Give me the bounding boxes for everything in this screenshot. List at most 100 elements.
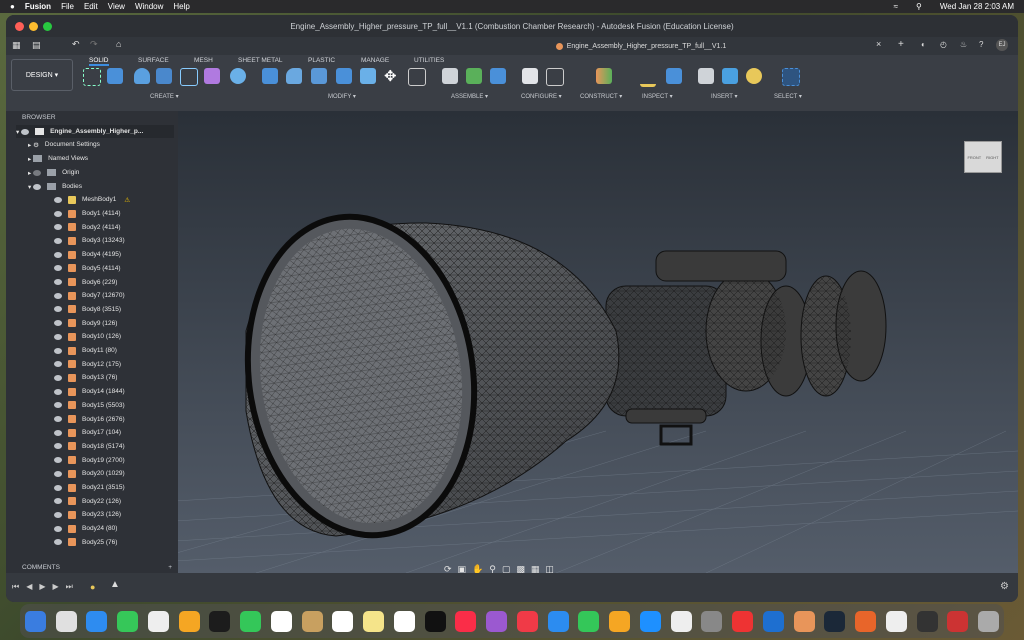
reminders-icon[interactable] bbox=[332, 610, 354, 632]
acrobat-icon[interactable] bbox=[732, 610, 754, 632]
as-built-joint-icon[interactable] bbox=[490, 68, 506, 84]
redo-icon[interactable]: ↷ bbox=[90, 39, 98, 50]
tree-meshbody[interactable]: MeshBody1 ⚠ bbox=[54, 193, 130, 206]
group-inspect[interactable]: INSPECT ▾ bbox=[642, 93, 673, 100]
safari-icon[interactable] bbox=[86, 610, 108, 632]
tab-surface[interactable]: SURFACE bbox=[138, 57, 169, 64]
body-row[interactable]: Body17 (104) bbox=[54, 426, 121, 439]
file-menu-icon[interactable]: ▤ bbox=[32, 40, 41, 51]
music-icon[interactable] bbox=[455, 610, 477, 632]
tab-manage[interactable]: MANAGE bbox=[361, 57, 389, 64]
body-row[interactable]: Body18 (5174) bbox=[54, 440, 125, 453]
eye-icon[interactable] bbox=[54, 361, 62, 368]
screenshot-dock-icon[interactable] bbox=[916, 610, 938, 632]
body-row[interactable]: Body14 (1844) bbox=[54, 385, 125, 398]
news-icon[interactable] bbox=[516, 610, 538, 632]
body-row[interactable]: Body4 (4195) bbox=[54, 248, 121, 261]
menubar-clock[interactable]: Wed Jan 28 2:03 AM bbox=[940, 2, 1014, 11]
finder-icon[interactable] bbox=[24, 610, 46, 632]
eye-icon[interactable] bbox=[54, 265, 62, 272]
pan-icon[interactable]: ✋ bbox=[472, 564, 483, 573]
group-modify[interactable]: MODIFY ▾ bbox=[328, 93, 356, 100]
notifications-icon[interactable]: ♨ bbox=[960, 40, 967, 49]
fit-icon[interactable]: ▢ bbox=[502, 564, 511, 573]
eye-icon[interactable] bbox=[54, 484, 62, 491]
body-row[interactable]: Body16 (2676) bbox=[54, 413, 125, 426]
pages-icon[interactable] bbox=[609, 610, 631, 632]
form-icon[interactable] bbox=[204, 68, 220, 84]
close-window-button[interactable] bbox=[15, 22, 24, 31]
fusion-dock-icon[interactable] bbox=[793, 610, 815, 632]
maps-icon[interactable] bbox=[147, 610, 169, 632]
tree-bodies[interactable]: ▾ Bodies bbox=[28, 180, 82, 193]
pattern-icon[interactable] bbox=[180, 68, 198, 86]
body-row[interactable]: Body15 (5503) bbox=[54, 399, 125, 412]
wifi-icon[interactable]: ≈ bbox=[894, 2, 898, 11]
eye-icon[interactable] bbox=[54, 457, 62, 464]
orbit-icon[interactable]: ⟳ bbox=[444, 564, 452, 573]
menu-edit[interactable]: Edit bbox=[84, 2, 98, 11]
timeline-feature-icon[interactable]: ● bbox=[90, 582, 95, 592]
grid-settings-icon[interactable]: ▦ bbox=[531, 564, 540, 573]
close-tab-icon[interactable]: × bbox=[876, 39, 881, 49]
trash-icon[interactable] bbox=[978, 610, 1000, 632]
eye-icon[interactable] bbox=[54, 320, 62, 327]
app-store-icon[interactable] bbox=[639, 610, 661, 632]
body-row[interactable]: Body7 (12670) bbox=[54, 289, 125, 302]
look-at-icon[interactable]: ▣ bbox=[458, 564, 467, 573]
system-settings-icon[interactable] bbox=[701, 610, 723, 632]
fillet-icon[interactable] bbox=[286, 68, 302, 84]
press-pull-icon[interactable] bbox=[262, 68, 278, 84]
help-icon[interactable]: ? bbox=[979, 40, 983, 49]
photos-icon[interactable] bbox=[178, 610, 200, 632]
eye-icon[interactable] bbox=[54, 279, 62, 285]
step-forward-icon[interactable]: ▶ bbox=[53, 582, 59, 592]
steam-icon[interactable] bbox=[824, 610, 846, 632]
tree-root[interactable]: ▾ Engine_Assembly_Higher_p... bbox=[16, 125, 174, 138]
body-row[interactable]: Body21 (3515) bbox=[54, 481, 125, 494]
menu-window[interactable]: Window bbox=[135, 2, 163, 11]
group-configure[interactable]: CONFIGURE ▾ bbox=[521, 93, 562, 100]
eye-icon[interactable] bbox=[54, 237, 62, 244]
body-row[interactable]: Body10 (126) bbox=[54, 330, 121, 343]
body-row[interactable]: Body8 (3515) bbox=[54, 303, 121, 316]
tree-named-views[interactable]: ▸ Named Views bbox=[28, 152, 88, 165]
launchpad-icon[interactable] bbox=[55, 610, 77, 632]
contacts-icon[interactable] bbox=[301, 610, 323, 632]
move-icon[interactable]: ✥ bbox=[384, 67, 397, 85]
body-row[interactable]: Body12 (175) bbox=[54, 358, 121, 371]
menu-help[interactable]: Help bbox=[173, 2, 189, 11]
eye-icon[interactable] bbox=[54, 429, 62, 436]
eye-icon[interactable] bbox=[54, 539, 62, 546]
eye-icon[interactable] bbox=[54, 292, 62, 299]
body-row[interactable]: Body24 (80) bbox=[54, 522, 117, 535]
terminal-icon[interactable] bbox=[209, 610, 231, 632]
workspace-switcher[interactable]: DESIGN ▾ bbox=[11, 59, 73, 91]
tree-origin[interactable]: ▸ Origin bbox=[28, 166, 79, 179]
view-cube[interactable]: FRONT RIGHT bbox=[964, 141, 1002, 173]
group-assemble[interactable]: ASSEMBLE ▾ bbox=[451, 93, 488, 100]
insert-derive-icon[interactable] bbox=[698, 68, 714, 84]
search-icon[interactable]: ⚲ bbox=[916, 2, 922, 11]
eye-icon[interactable] bbox=[54, 306, 62, 313]
body-row[interactable]: Body5 (4114) bbox=[54, 262, 121, 275]
podcasts-icon[interactable] bbox=[486, 610, 508, 632]
extensions-icon[interactable]: ◴ bbox=[940, 40, 947, 49]
eye-icon[interactable] bbox=[54, 443, 62, 450]
document-tab[interactable]: Engine_Assembly_Higher_pressure_TP_full_… bbox=[401, 40, 881, 53]
group-select[interactable]: SELECT ▾ bbox=[774, 93, 802, 100]
folder-dock-icon[interactable] bbox=[947, 610, 969, 632]
zoom-icon[interactable]: ⚲ bbox=[489, 564, 496, 573]
tv-icon[interactable] bbox=[424, 610, 446, 632]
step-back-icon[interactable]: ◀ bbox=[26, 582, 32, 592]
tab-utilities[interactable]: UTILITIES bbox=[414, 57, 444, 64]
display-settings-icon[interactable]: ▩ bbox=[516, 564, 525, 573]
measure-icon[interactable] bbox=[640, 68, 656, 87]
add-comment-icon[interactable]: + bbox=[168, 564, 172, 571]
derive-icon[interactable] bbox=[230, 68, 246, 84]
comments-panel[interactable]: COMMENTS + bbox=[6, 561, 178, 573]
numbers-icon[interactable] bbox=[578, 610, 600, 632]
tree-document-settings[interactable]: ▸ ⚙ Document Settings bbox=[28, 138, 100, 151]
tab-mesh[interactable]: MESH bbox=[194, 57, 213, 64]
timeline-marker-icon[interactable]: ▲ bbox=[110, 579, 120, 590]
